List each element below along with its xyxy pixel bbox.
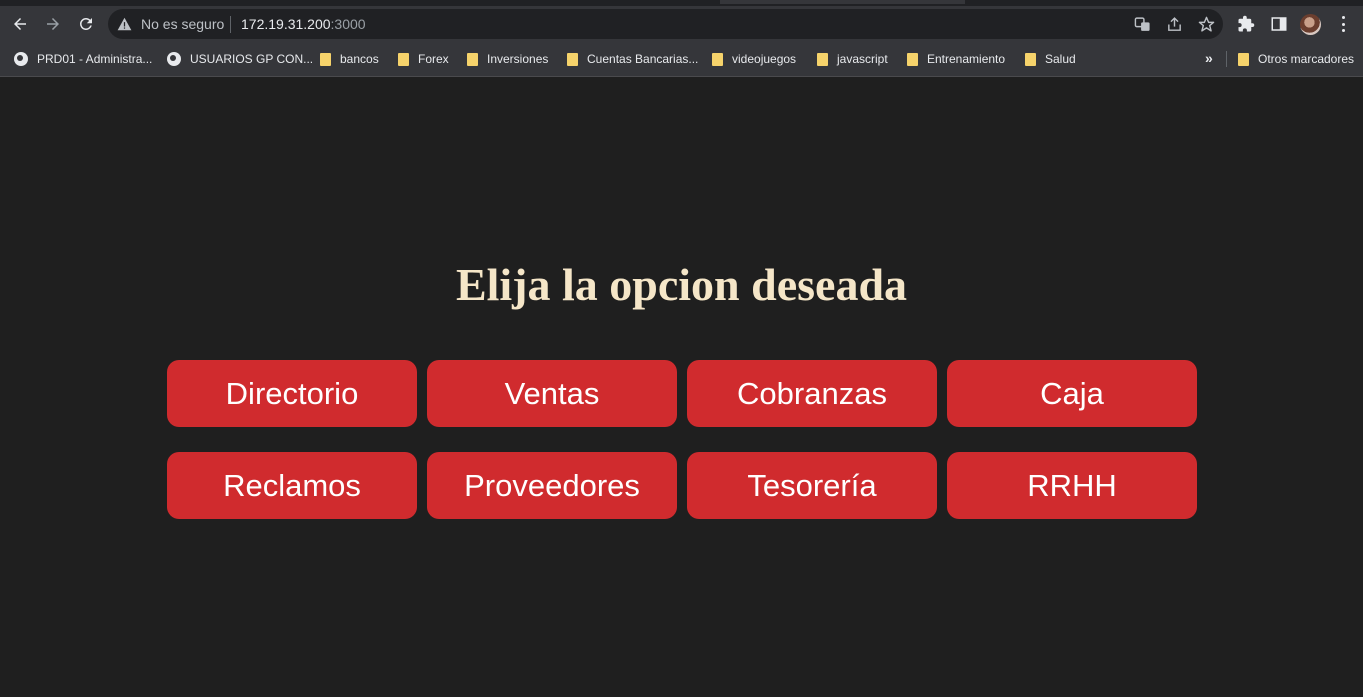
- cobranzas-button[interactable]: Cobranzas: [687, 360, 937, 427]
- reload-icon: [79, 17, 92, 30]
- bookmark-label: Salud: [1045, 52, 1076, 66]
- caja-button[interactable]: Caja: [947, 360, 1197, 427]
- bookmark-folder[interactable]: Salud: [1025, 51, 1076, 67]
- address-bar[interactable]: No es seguro 172.19.31.200:3000: [108, 9, 1223, 39]
- back-icon: [14, 18, 26, 30]
- url-port: :3000: [330, 16, 366, 32]
- sidepanel-icon[interactable]: [1270, 15, 1288, 33]
- bookmark-folder[interactable]: Cuentas Bancarias...: [567, 51, 698, 67]
- bookmark-label: javascript: [837, 52, 888, 66]
- bookmark-item[interactable]: USUARIOS GP CON...: [167, 51, 313, 67]
- extensions-icon[interactable]: [1237, 15, 1255, 33]
- url-host: 172.19.31.200: [241, 16, 331, 32]
- bookmark-label: USUARIOS GP CON...: [190, 52, 314, 66]
- tesoreria-button[interactable]: Tesorería: [687, 452, 937, 519]
- bookmark-folder[interactable]: Inversiones: [467, 51, 548, 67]
- bookmark-item[interactable]: PRD01 - Administra...: [14, 51, 152, 67]
- folder-icon: [1238, 52, 1249, 66]
- reload-button[interactable]: [72, 10, 100, 38]
- share-icon[interactable]: [1166, 16, 1183, 33]
- active-tab-edge[interactable]: [720, 0, 965, 4]
- reclamos-button[interactable]: Reclamos: [167, 452, 417, 519]
- bookmark-folder[interactable]: Entrenamiento: [907, 51, 1005, 67]
- ventas-button[interactable]: Ventas: [427, 360, 677, 427]
- bookmark-folder[interactable]: Forex: [398, 51, 449, 67]
- browser-toolbar: No es seguro 172.19.31.200:3000: [0, 6, 1363, 42]
- page-title: Elija la opcion deseada: [455, 259, 908, 310]
- rrhh-button[interactable]: RRHH: [947, 452, 1197, 519]
- folder-icon: [1025, 52, 1036, 66]
- folder-icon: [320, 52, 331, 66]
- omnibox-divider: [230, 16, 231, 33]
- folder-icon: [398, 52, 409, 66]
- other-bookmarks-folder[interactable]: Otros marcadores: [1238, 51, 1354, 67]
- proveedores-button[interactable]: Proveedores: [427, 452, 677, 519]
- bookmark-label: Otros marcadores: [1258, 52, 1355, 66]
- star-icon[interactable]: [1198, 16, 1215, 33]
- menu-icon[interactable]: [1336, 15, 1350, 33]
- bookmark-label: videojuegos: [732, 52, 797, 66]
- folder-icon: [712, 52, 723, 66]
- bookmarks-divider: [1226, 51, 1227, 67]
- profile-avatar[interactable]: [1300, 14, 1321, 35]
- folder-icon: [817, 52, 828, 66]
- bookmark-label: PRD01 - Administra...: [37, 52, 153, 66]
- bookmark-label: Cuentas Bancarias...: [587, 52, 699, 66]
- directorio-button[interactable]: Directorio: [167, 360, 417, 427]
- folder-icon: [907, 52, 918, 66]
- bookmark-label: Forex: [418, 52, 449, 66]
- bookmark-folder[interactable]: videojuegos: [712, 51, 796, 67]
- back-button[interactable]: [6, 10, 34, 38]
- translate-icon[interactable]: [1134, 16, 1151, 33]
- globe-icon: [14, 52, 28, 66]
- url-text[interactable]: 172.19.31.200:3000: [241, 16, 366, 32]
- bookmark-label: bancos: [340, 52, 379, 66]
- security-status[interactable]: No es seguro: [141, 16, 224, 32]
- bookmark-folder[interactable]: javascript: [817, 51, 888, 67]
- bookmarks-bar: PRD01 - Administra... USUARIOS GP CON...…: [0, 42, 1363, 77]
- bookmark-label: Inversiones: [487, 52, 549, 66]
- warning-icon[interactable]: [117, 17, 132, 31]
- folder-icon: [567, 52, 578, 66]
- folder-icon: [467, 52, 478, 66]
- bookmark-label: Entrenamiento: [927, 52, 1006, 66]
- forward-button[interactable]: [39, 10, 67, 38]
- forward-icon: [47, 18, 59, 30]
- bookmark-folder[interactable]: bancos: [320, 51, 379, 67]
- bookmarks-overflow-chevron-icon[interactable]: »: [1205, 50, 1213, 66]
- globe-icon: [167, 52, 181, 66]
